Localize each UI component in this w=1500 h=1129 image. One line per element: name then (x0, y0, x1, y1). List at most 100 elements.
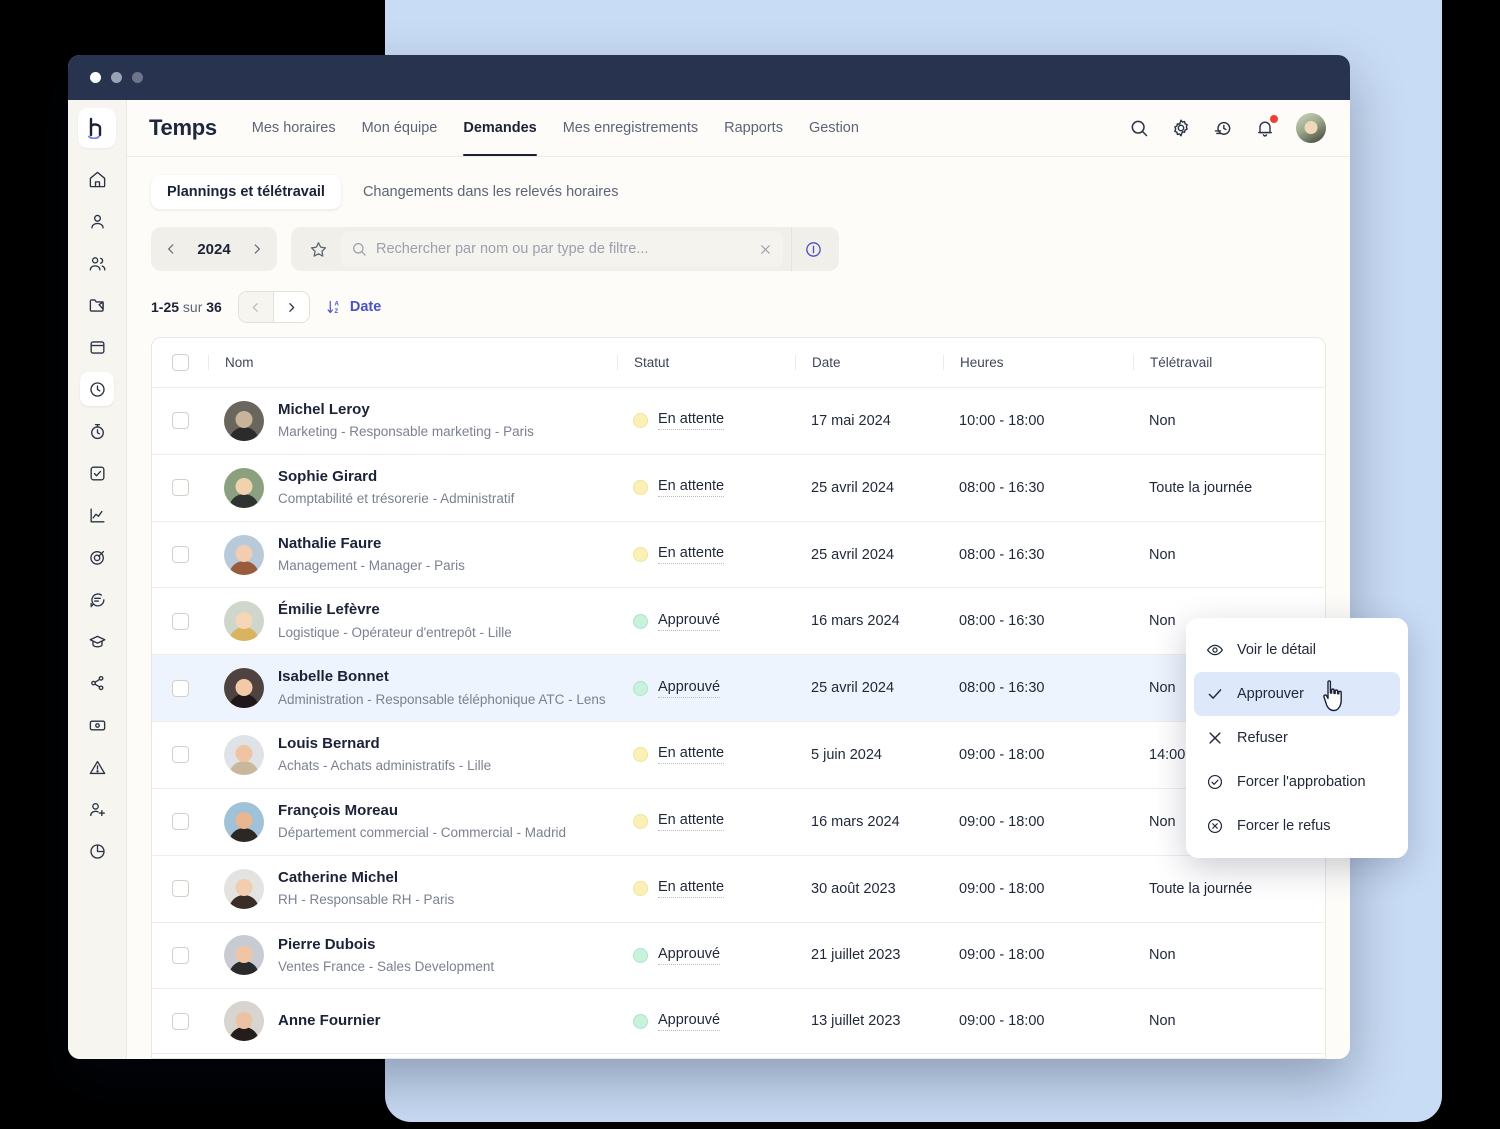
column-header-statut[interactable]: Statut (617, 338, 795, 388)
table-row[interactable]: Sophie GirardComptabilité et trésorerie … (152, 454, 1325, 521)
nav-link-gestion[interactable]: Gestion (796, 100, 872, 156)
sidebar-item-tasks[interactable] (80, 456, 114, 490)
bell-icon[interactable] (1254, 117, 1276, 139)
request-hours: 08:00 - 16:30 (943, 547, 1133, 563)
sidebar-item-timer[interactable] (80, 414, 114, 448)
status-badge[interactable]: En attente (658, 879, 724, 898)
search-icon[interactable] (1128, 117, 1150, 139)
column-header-date[interactable]: Date (795, 338, 943, 388)
column-header-heures[interactable]: Heures (943, 338, 1133, 388)
avatar (224, 401, 264, 441)
requests-table: Nom Statut Date Heures Télétravail Miche… (152, 338, 1325, 1054)
pager-next-button[interactable] (274, 292, 309, 322)
sort-button[interactable]: AZ Date (326, 299, 381, 316)
status-badge[interactable]: Approuvé (658, 612, 720, 631)
nav-link-mes-enregistrements[interactable]: Mes enregistrements (550, 100, 711, 156)
status-dot-pending (633, 547, 648, 562)
menu-item-approuver[interactable]: Approuver (1194, 672, 1400, 716)
table-head: Nom Statut Date Heures Télétravail (152, 338, 1325, 388)
pager-prev-button[interactable] (239, 292, 274, 322)
window-minimize-dot[interactable] (111, 72, 122, 83)
column-header-teletravail[interactable]: Télétravail (1133, 338, 1325, 388)
row-checkbox[interactable] (172, 880, 189, 897)
tab-changements-releves[interactable]: Changements dans les relevés horaires (347, 175, 635, 209)
table-row[interactable]: François MoreauDépartement commercial - … (152, 788, 1325, 855)
chevron-right-icon[interactable] (243, 235, 271, 263)
table-row[interactable]: Nathalie FaureManagement - Manager - Par… (152, 521, 1325, 588)
menu-item-voir-le-detail[interactable]: Voir le détail (1194, 628, 1400, 672)
info-icon[interactable] (791, 227, 835, 271)
sidebar-item-payroll[interactable] (80, 708, 114, 742)
column-header-nom[interactable]: Nom (208, 338, 617, 388)
sidebar-item-learning[interactable] (80, 624, 114, 658)
nav-link-mon-equipe[interactable]: Mon équipe (349, 100, 451, 156)
nav-link-rapports[interactable]: Rapports (711, 100, 796, 156)
close-icon[interactable] (758, 242, 773, 257)
row-checkbox[interactable] (172, 947, 189, 964)
row-checkbox[interactable] (172, 680, 189, 697)
stopwatch-icon[interactable] (1212, 117, 1234, 139)
window-close-dot[interactable] (90, 72, 101, 83)
status-badge[interactable]: En attente (658, 545, 724, 564)
sidebar-item-folder[interactable] (80, 288, 114, 322)
table-row[interactable]: Émilie LefèvreLogistique - Opérateur d'e… (152, 588, 1325, 655)
row-checkbox[interactable] (172, 479, 189, 496)
row-checkbox[interactable] (172, 412, 189, 429)
table-row[interactable]: Pierre DuboisVentes France - Sales Devel… (152, 922, 1325, 989)
sidebar-item-alerts[interactable] (80, 750, 114, 784)
status-badge[interactable]: Approuvé (658, 679, 720, 698)
row-checkbox[interactable] (172, 746, 189, 763)
column-label-heures: Heures (943, 355, 1133, 370)
table-row[interactable]: Louis BernardAchats - Achats administrat… (152, 722, 1325, 789)
menu-item-forcer-approbation[interactable]: Forcer l'approbation (1194, 760, 1400, 804)
gear-icon[interactable] (1170, 117, 1192, 139)
row-checkbox[interactable] (172, 813, 189, 830)
sidebar-item-feedback[interactable] (80, 582, 114, 616)
window-maximize-dot[interactable] (132, 72, 143, 83)
status-badge[interactable]: Approuvé (658, 946, 720, 965)
sidebar-item-user[interactable] (80, 204, 114, 238)
menu-item-forcer-refus[interactable]: Forcer le refus (1194, 804, 1400, 848)
app-logo[interactable] (78, 108, 116, 148)
table-row[interactable]: Isabelle BonnetAdministration - Responsa… (152, 655, 1325, 722)
nav-link-mes-horaires[interactable]: Mes horaires (239, 100, 349, 156)
sidebar-item-time[interactable] (80, 372, 114, 406)
chevron-left-icon[interactable] (157, 235, 185, 263)
sidebar-item-home[interactable] (80, 162, 114, 196)
row-checkbox[interactable] (172, 1013, 189, 1030)
status-dot-pending (633, 480, 648, 495)
table-row[interactable]: Anne FournierApprouvé13 juillet 202309:0… (152, 989, 1325, 1054)
status-badge[interactable]: En attente (658, 411, 724, 430)
sidebar-item-reports[interactable] (80, 834, 114, 868)
sidebar-item-recruiting[interactable] (80, 792, 114, 826)
table-row[interactable]: Catherine MichelRH - Responsable RH - Pa… (152, 855, 1325, 922)
row-checkbox[interactable] (172, 613, 189, 630)
status-badge[interactable]: En attente (658, 478, 724, 497)
svg-text:A: A (334, 301, 339, 307)
row-checkbox[interactable] (172, 546, 189, 563)
select-all-checkbox[interactable] (172, 354, 189, 371)
menu-item-refuser[interactable]: Refuser (1194, 716, 1400, 760)
status-badge[interactable]: En attente (658, 812, 724, 831)
row-date-cell: 16 mars 2024 (795, 588, 943, 655)
sidebar-item-users[interactable] (80, 246, 114, 280)
row-date-cell: 16 mars 2024 (795, 788, 943, 855)
nav-link-demandes[interactable]: Demandes (450, 100, 549, 156)
status-badge[interactable]: Approuvé (658, 1012, 720, 1031)
status-badge[interactable]: En attente (658, 745, 724, 764)
row-select-cell (152, 655, 208, 722)
row-status-cell: Approuvé (617, 922, 795, 989)
star-icon[interactable] (303, 234, 333, 264)
row-remote-cell: Non (1133, 989, 1325, 1054)
sidebar-item-analytics[interactable] (80, 498, 114, 532)
table-row[interactable]: Michel LeroyMarketing - Responsable mark… (152, 388, 1325, 455)
sidebar-item-archive[interactable] (80, 330, 114, 364)
sidebar-item-goals[interactable] (80, 540, 114, 574)
avatar[interactable] (1296, 113, 1326, 143)
row-date-cell: 5 juin 2024 (795, 722, 943, 789)
search-field[interactable] (341, 231, 783, 267)
tab-plannings-teletravail[interactable]: Plannings et télétravail (151, 175, 341, 209)
search-input[interactable] (376, 241, 749, 257)
column-label-teletravail: Télétravail (1133, 355, 1325, 370)
sidebar-item-workflow[interactable] (80, 666, 114, 700)
